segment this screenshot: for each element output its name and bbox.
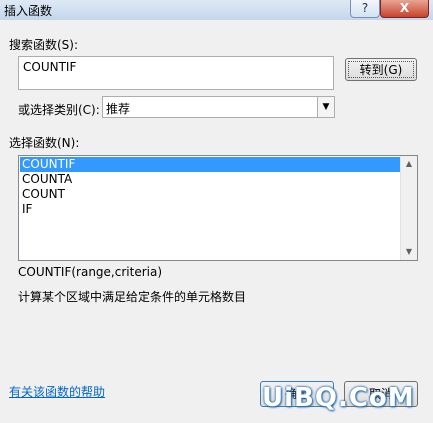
list-scrollbar[interactable]: ▲ ▼ (400, 156, 417, 260)
function-syntax: COUNTIF(range,criteria) (18, 265, 162, 279)
category-value: 推荐 (106, 102, 131, 116)
list-item-if[interactable]: IF (20, 202, 402, 217)
category-select[interactable]: 推荐 ▼ (102, 96, 335, 118)
list-item-counta[interactable]: COUNTA (20, 172, 402, 187)
scroll-up-icon[interactable]: ▲ (401, 156, 417, 172)
function-description: 计算某个区域中满足给定条件的单元格数目 (18, 290, 247, 304)
search-input[interactable]: COUNTIF (18, 56, 334, 90)
list-item-countif[interactable]: COUNTIF (20, 157, 402, 172)
goto-button[interactable]: 转到(G) (345, 58, 417, 81)
window-title: 插入函数 (4, 4, 53, 18)
title-bar: 插入函数 ? X (0, 0, 433, 20)
function-list[interactable]: COUNTIF COUNTA COUNT IF ▲ ▼ (18, 155, 418, 261)
watermark-logo: UiBQ.CoM (262, 383, 415, 413)
chevron-down-icon[interactable]: ▼ (317, 97, 334, 117)
goto-button-label: 转到(G) (348, 61, 414, 78)
category-label: 或选择类别(C): (18, 103, 100, 117)
function-list-label: 选择函数(N): (9, 136, 80, 150)
help-icon[interactable]: ? (350, 0, 380, 18)
scroll-down-icon[interactable]: ▼ (401, 244, 417, 260)
close-icon[interactable]: X (380, 0, 429, 18)
search-label: 搜索函数(S): (9, 38, 79, 52)
function-help-link[interactable]: 有关该函数的帮助 (9, 383, 105, 400)
list-item-count[interactable]: COUNT (20, 187, 402, 202)
